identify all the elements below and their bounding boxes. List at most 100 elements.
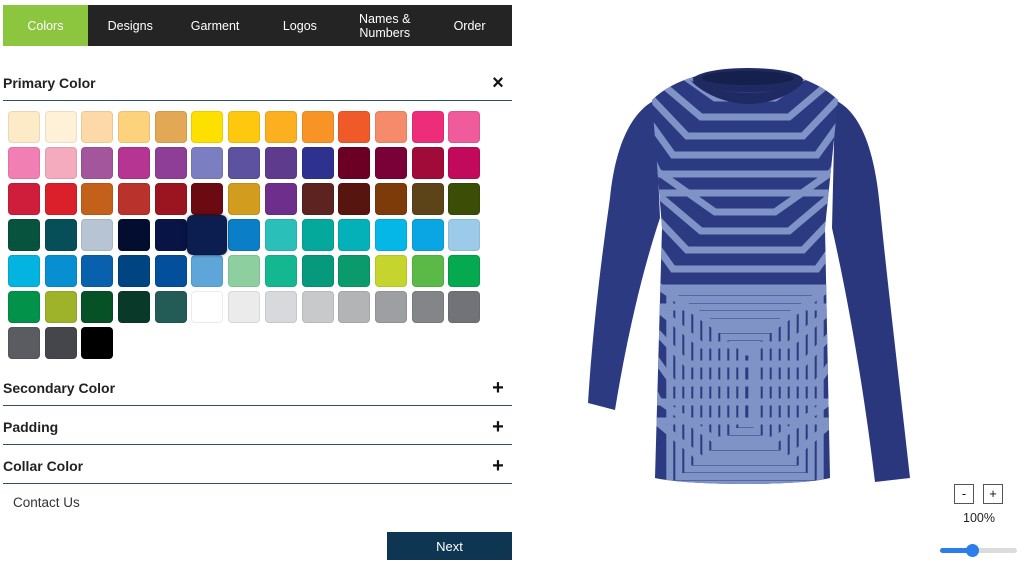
color-swatch[interactable]	[154, 183, 187, 215]
contact-us-link[interactable]: Contact Us	[13, 495, 80, 510]
color-swatch[interactable]	[154, 219, 187, 251]
tab-designs[interactable]: Designs	[88, 5, 173, 46]
zoom-out-button[interactable]: -	[954, 484, 974, 504]
close-icon[interactable]: ×	[488, 73, 508, 93]
color-swatch[interactable]	[191, 255, 224, 287]
color-swatch[interactable]	[448, 291, 481, 323]
color-swatch[interactable]	[191, 183, 224, 215]
secondary-color-header[interactable]: Secondary Color +	[3, 371, 512, 405]
color-swatch[interactable]	[44, 219, 77, 251]
color-swatch[interactable]	[338, 111, 371, 143]
color-swatch[interactable]	[264, 147, 297, 179]
color-swatch[interactable]	[81, 291, 114, 323]
color-swatch[interactable]	[191, 291, 224, 323]
color-swatch[interactable]	[264, 183, 297, 215]
color-swatch[interactable]	[118, 183, 151, 215]
color-swatch[interactable]	[411, 219, 444, 251]
color-swatch[interactable]	[81, 219, 114, 251]
color-swatch[interactable]	[448, 183, 481, 215]
collar-color-header[interactable]: Collar Color +	[3, 449, 512, 483]
color-swatch[interactable]	[8, 291, 40, 323]
plus-icon[interactable]: +	[488, 417, 508, 437]
tab-names-numbers[interactable]: Names & Numbers	[342, 5, 427, 46]
color-swatch[interactable]	[118, 147, 151, 179]
color-swatch[interactable]	[411, 183, 444, 215]
color-swatch[interactable]	[191, 147, 224, 179]
color-swatch[interactable]	[154, 147, 187, 179]
color-swatch[interactable]	[187, 215, 228, 255]
color-swatch[interactable]	[81, 327, 114, 359]
color-swatch[interactable]	[44, 327, 77, 359]
color-swatch[interactable]	[338, 291, 371, 323]
color-swatch[interactable]	[154, 291, 187, 323]
color-swatch[interactable]	[374, 147, 407, 179]
tab-garment[interactable]: Garment	[173, 5, 258, 46]
color-swatch[interactable]	[264, 111, 297, 143]
padding-header[interactable]: Padding +	[3, 410, 512, 444]
color-swatch[interactable]	[338, 183, 371, 215]
color-swatch[interactable]	[44, 255, 77, 287]
color-swatch[interactable]	[8, 219, 40, 251]
shirt-preview[interactable]	[570, 58, 920, 493]
color-swatch[interactable]	[118, 111, 151, 143]
color-swatch[interactable]	[44, 147, 77, 179]
color-swatch[interactable]	[81, 255, 114, 287]
color-swatch[interactable]	[228, 183, 261, 215]
color-swatch[interactable]	[448, 255, 481, 287]
color-swatch[interactable]	[301, 219, 334, 251]
color-swatch[interactable]	[338, 219, 371, 251]
color-swatch[interactable]	[8, 183, 40, 215]
tab-order[interactable]: Order	[427, 5, 512, 46]
color-swatch[interactable]	[118, 291, 151, 323]
color-swatch[interactable]	[44, 111, 77, 143]
color-swatch[interactable]	[448, 147, 481, 179]
color-swatch[interactable]	[264, 255, 297, 287]
color-swatch[interactable]	[228, 219, 261, 251]
color-swatch[interactable]	[301, 111, 334, 143]
tab-logos[interactable]: Logos	[257, 5, 342, 46]
color-swatch[interactable]	[154, 255, 187, 287]
color-swatch[interactable]	[411, 255, 444, 287]
color-swatch[interactable]	[374, 111, 407, 143]
color-swatch[interactable]	[411, 291, 444, 323]
color-swatch[interactable]	[118, 255, 151, 287]
color-swatch[interactable]	[8, 111, 40, 143]
color-swatch[interactable]	[264, 291, 297, 323]
color-swatch[interactable]	[301, 255, 334, 287]
color-swatch[interactable]	[301, 183, 334, 215]
color-swatch[interactable]	[301, 147, 334, 179]
color-swatch[interactable]	[81, 183, 114, 215]
color-swatch[interactable]	[8, 327, 40, 359]
primary-color-header[interactable]: Primary Color ×	[3, 66, 512, 100]
color-swatch[interactable]	[44, 183, 77, 215]
zoom-slider[interactable]	[940, 544, 1017, 557]
color-swatch[interactable]	[374, 291, 407, 323]
color-swatch[interactable]	[448, 111, 481, 143]
color-swatch[interactable]	[228, 255, 261, 287]
zoom-in-button[interactable]: +	[983, 484, 1003, 504]
color-swatch[interactable]	[374, 219, 407, 251]
color-swatch[interactable]	[118, 219, 151, 251]
plus-icon[interactable]: +	[488, 456, 508, 476]
next-button[interactable]: Next	[387, 532, 512, 560]
color-swatch[interactable]	[448, 219, 481, 251]
color-swatch[interactable]	[154, 111, 187, 143]
color-swatch[interactable]	[228, 291, 261, 323]
color-swatch[interactable]	[44, 291, 77, 323]
color-swatch[interactable]	[374, 183, 407, 215]
color-swatch[interactable]	[228, 147, 261, 179]
color-swatch[interactable]	[264, 219, 297, 251]
color-swatch[interactable]	[81, 111, 114, 143]
tab-colors[interactable]: Colors	[3, 5, 88, 46]
slider-thumb[interactable]	[966, 544, 980, 557]
color-swatch[interactable]	[338, 255, 371, 287]
color-swatch[interactable]	[411, 147, 444, 179]
color-swatch[interactable]	[191, 111, 224, 143]
color-swatch[interactable]	[8, 255, 40, 287]
color-swatch[interactable]	[338, 147, 371, 179]
color-swatch[interactable]	[301, 291, 334, 323]
color-swatch[interactable]	[228, 111, 261, 143]
color-swatch[interactable]	[374, 255, 407, 287]
color-swatch[interactable]	[8, 147, 40, 179]
plus-icon[interactable]: +	[488, 378, 508, 398]
